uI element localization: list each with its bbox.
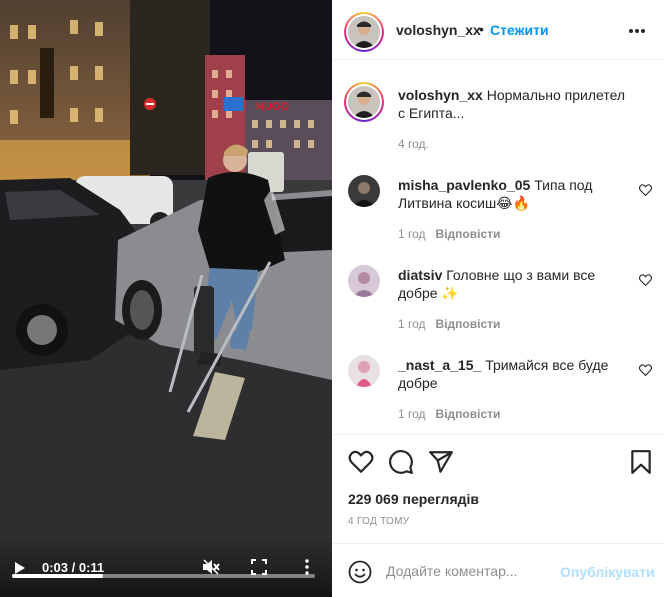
comment-username[interactable]: _nast_a_15_ [398, 357, 481, 373]
video-controls: 0:03 / 0:11 [0, 537, 332, 597]
comment-avatar[interactable] [348, 175, 380, 207]
video-time: 0:03 / 0:11 [42, 560, 105, 575]
comments-list[interactable]: voloshyn_xx Нормально прилетел с Египта.… [332, 61, 664, 434]
caption-avatar[interactable] [344, 82, 384, 122]
reply-button[interactable]: Відповісти [436, 227, 501, 241]
comment-like-heart-icon[interactable] [639, 184, 652, 196]
follow-button[interactable]: Стежити [490, 22, 549, 38]
comment-icon[interactable] [388, 449, 414, 475]
post-timestamp[interactable]: 4 ГОД ТОМУ [348, 516, 409, 527]
comment-meta: 1 год Відповісти [398, 407, 500, 421]
avatar[interactable] [344, 12, 384, 52]
reply-button[interactable]: Відповісти [436, 407, 501, 421]
heart-icon[interactable] [348, 449, 374, 475]
caption-username[interactable]: voloshyn_xx [398, 87, 483, 103]
more-vertical-icon[interactable] [302, 559, 312, 575]
comment-item: misha_pavlenko_05 Типа под Литвина косиш… [398, 176, 628, 212]
bookmark-icon[interactable] [628, 449, 654, 475]
avatar-image [348, 86, 380, 118]
comment-avatar[interactable] [348, 355, 380, 387]
emoji-icon[interactable] [348, 560, 372, 584]
publish-button[interactable]: Опублікувати [560, 564, 655, 580]
comment-time: 1 год [398, 407, 426, 421]
post-header: voloshyn_xx • Стежити [332, 0, 664, 60]
comment-meta: 1 год Відповісти [398, 227, 500, 241]
post-actions: 229 069 переглядів 4 ГОД ТОМУ [332, 434, 664, 544]
caption-time: 4 год. [398, 137, 429, 151]
comment-item: diatsiv Головне що з вами все добре ✨ [398, 266, 628, 302]
comment-username[interactable]: misha_pavlenko_05 [398, 177, 530, 193]
comment-time: 1 год [398, 317, 426, 331]
video-player[interactable]: HUGO 0:03 / 0:11 [0, 0, 332, 597]
comment-input[interactable] [386, 560, 556, 582]
comment-item: _nast_a_15_ Тримайся все буде добре [398, 356, 628, 392]
comment-like-heart-icon[interactable] [639, 274, 652, 286]
video-frame: HUGO [0, 0, 332, 597]
reply-button[interactable]: Відповісти [436, 317, 501, 331]
video-progress-fill [12, 574, 103, 578]
share-icon[interactable] [428, 449, 454, 475]
mute-icon[interactable] [202, 559, 220, 575]
more-horizontal-icon[interactable] [628, 28, 646, 34]
play-icon[interactable] [14, 561, 26, 575]
video-progress-bar[interactable] [12, 574, 315, 578]
hugo-sign: HUGO [256, 101, 289, 113]
comment-avatar[interactable] [348, 265, 380, 297]
header-username[interactable]: voloshyn_xx [396, 22, 481, 38]
post-panel: voloshyn_xx • Стежити voloshyn_xx Нормал… [332, 0, 664, 597]
caption-meta: 4 год. [398, 137, 429, 151]
add-comment-bar: Опублікувати [332, 543, 664, 597]
comment-username[interactable]: diatsiv [398, 267, 442, 283]
post-caption: voloshyn_xx Нормально прилетел с Египта.… [398, 86, 628, 122]
separator-dot: • [479, 21, 484, 37]
views-count[interactable]: 229 069 переглядів [348, 491, 479, 507]
comment-time: 1 год [398, 227, 426, 241]
comment-like-heart-icon[interactable] [639, 364, 652, 376]
fullscreen-icon[interactable] [251, 559, 267, 575]
avatar-image [348, 16, 380, 48]
comment-meta: 1 год Відповісти [398, 317, 500, 331]
